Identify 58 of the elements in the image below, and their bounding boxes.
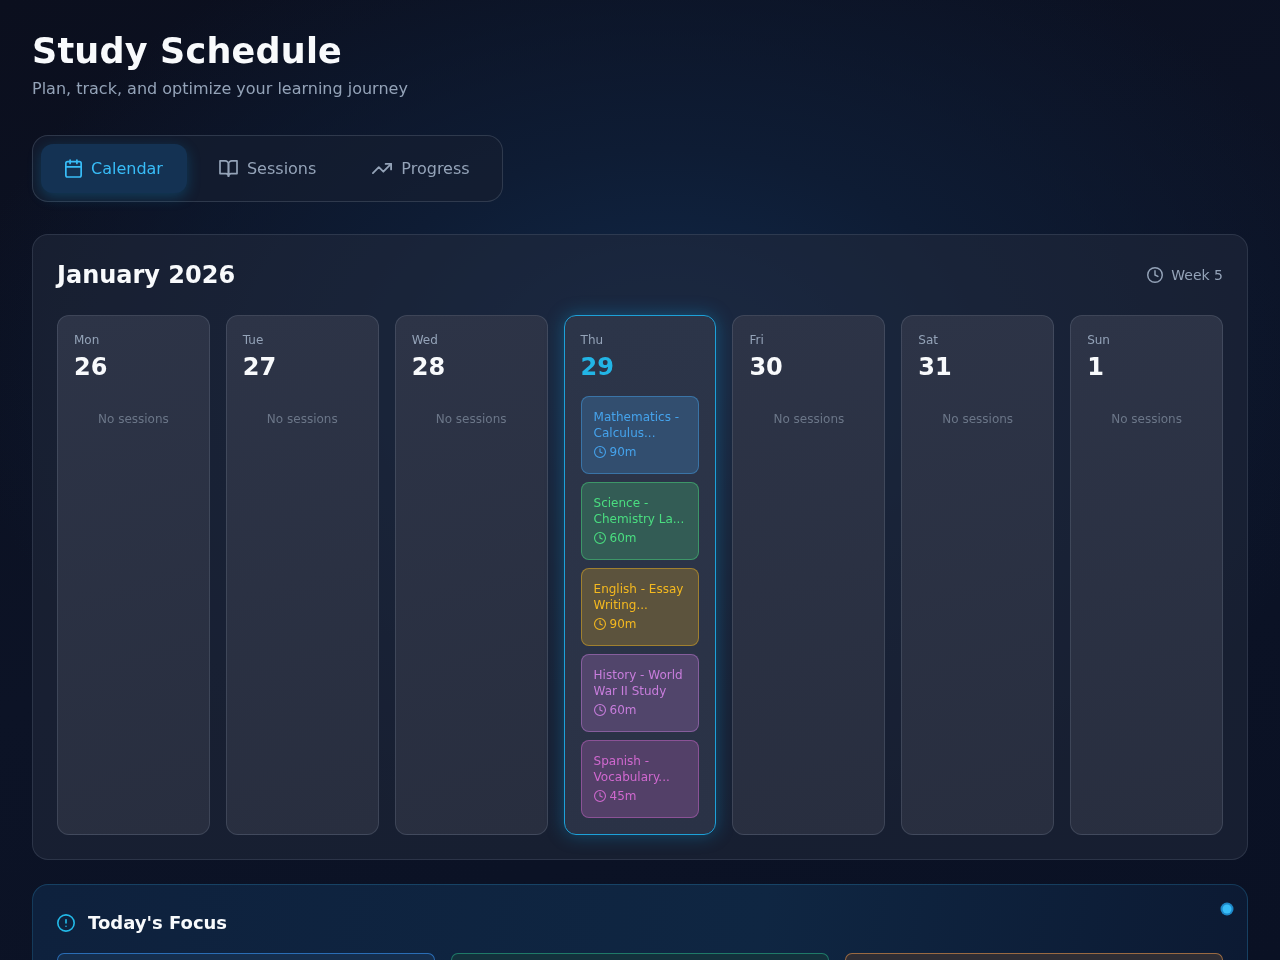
clock-icon <box>593 790 606 802</box>
alert-icon <box>57 914 75 932</box>
page-title: Study Schedule <box>32 30 344 72</box>
day-name: Mon <box>74 332 101 348</box>
empty-message: No sessions <box>941 411 1015 427</box>
session-title: Spanish - Vocabulary... <box>593 753 671 785</box>
day-number: 31 <box>918 352 953 382</box>
day-column[interactable]: Mon 26 No sessions <box>57 315 210 835</box>
day-column[interactable]: Fri 30 No sessions <box>732 315 886 835</box>
empty-message: No sessions <box>265 411 339 427</box>
clock-icon <box>593 704 606 716</box>
day-number: 27 <box>242 352 278 382</box>
trending-up-icon <box>372 163 393 174</box>
tab[interactable]: Progress <box>348 144 494 193</box>
empty-message: No sessions <box>1110 411 1183 427</box>
empty-message: No sessions <box>97 411 170 427</box>
page-subtitle: Plan, track, and optimize your learning journey <box>32 79 409 99</box>
session-duration: 45m <box>609 788 637 804</box>
empty-message: No sessions <box>434 411 508 427</box>
calendar-icon <box>65 159 82 178</box>
day-number: 26 <box>74 352 109 382</box>
day-number: 29 <box>580 352 615 382</box>
clock-icon <box>593 618 606 630</box>
day-number: 28 <box>411 352 447 382</box>
session-card[interactable]: Science - Chemistry La... 60m <box>580 482 700 560</box>
status-dot-icon <box>1220 902 1234 916</box>
empty-message: No sessions <box>772 411 846 427</box>
tab[interactable]: Calendar <box>41 144 187 193</box>
session-title: Mathematics - Calculus... <box>593 409 681 441</box>
day-column[interactable]: Thu 29 Mathematics - Calculus... 90m Science - Chemistry La... 60m English - Essay Writing... 90m History - World War II Study 60m Spanish - Vocabulary... 45m <box>563 315 717 835</box>
day-name: Tue <box>242 332 265 348</box>
day-name: Wed <box>411 332 439 348</box>
clock-icon <box>1147 267 1164 283</box>
day-number: 1 <box>1087 352 1105 382</box>
session-duration: 60m <box>609 702 637 718</box>
session-title: History - World War II Study <box>593 667 684 699</box>
clock-icon <box>593 446 606 458</box>
day-name: Thu <box>580 332 605 348</box>
day-name: Sun <box>1087 332 1111 348</box>
day-number: 30 <box>749 352 784 382</box>
day-column[interactable]: Tue 27 No sessions <box>225 315 379 835</box>
session-duration: 90m <box>609 444 637 460</box>
day-column[interactable]: Wed 28 No sessions <box>394 315 548 835</box>
session-duration: 90m <box>609 616 637 632</box>
tab[interactable]: Sessions <box>194 144 341 193</box>
session-duration: 60m <box>609 530 637 546</box>
week-label: Week 5 <box>1171 266 1223 284</box>
day-name: Fri <box>749 332 765 348</box>
session-title: Science - Chemistry La... <box>593 495 686 527</box>
session-card[interactable]: English - Essay Writing... 90m <box>580 568 700 646</box>
month-title: January 2026 <box>57 260 236 291</box>
focus-title: Today's Focus <box>88 911 228 935</box>
day-column[interactable]: Sun 1 No sessions <box>1070 315 1223 835</box>
day-name: Sat <box>918 332 939 348</box>
day-column[interactable]: Sat 31 No sessions <box>901 315 1055 835</box>
clock-icon <box>593 532 606 544</box>
open-book-icon <box>218 160 238 177</box>
session-title: English - Essay Writing... <box>593 581 685 613</box>
